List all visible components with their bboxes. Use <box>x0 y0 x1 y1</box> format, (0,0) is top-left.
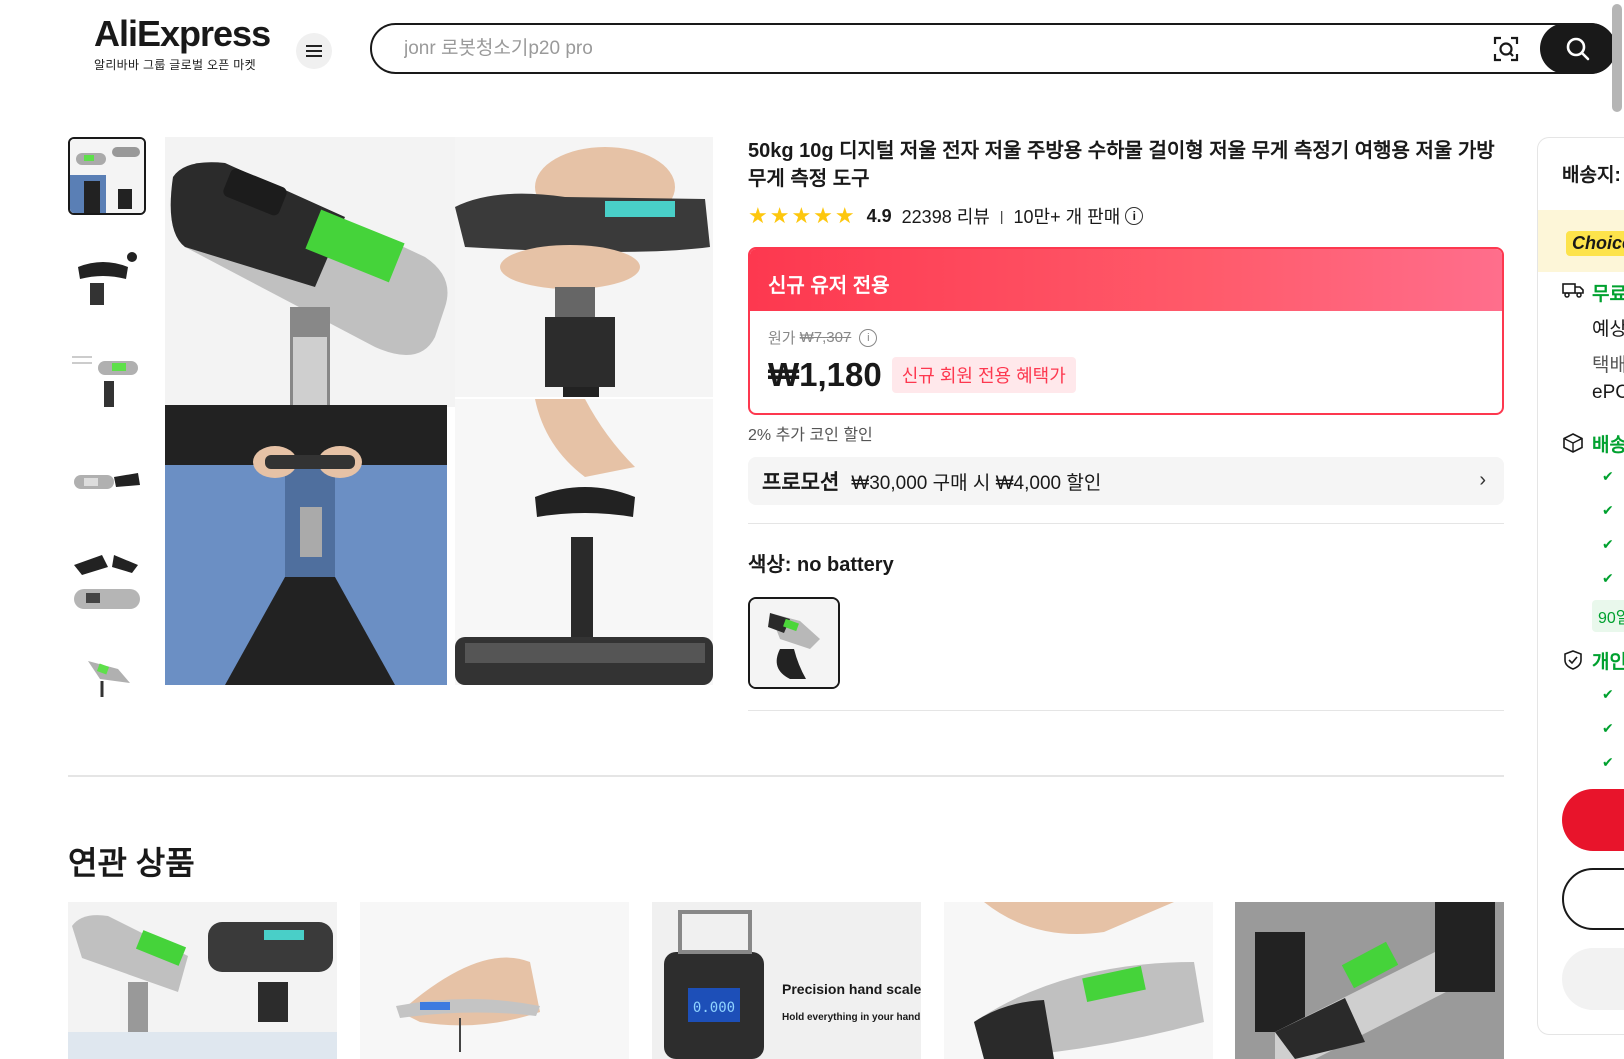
scale-display-text: 0.000 <box>693 1000 735 1016</box>
package-icon <box>1563 433 1583 453</box>
deal-body: 원가 ₩7,307 i ₩1,180 신규 회원 전용 혜택가 <box>750 311 1502 410</box>
swatch-image <box>750 599 838 687</box>
rating-row: ★★★★★ 4.9 22398 리뷰 | 10만+ 개 판매 i <box>748 203 1504 229</box>
price-info-icon[interactable]: i <box>859 328 878 347</box>
aliexpress-logo[interactable]: AliExpress 알리바바 그룹 글로벌 오픈 마켓 <box>94 14 274 73</box>
product-thumbnail-image <box>70 139 144 213</box>
related-product-image <box>944 902 1213 1059</box>
check-icon: ✔ <box>1602 570 1614 586</box>
thumbnail-1[interactable] <box>68 137 146 215</box>
search-input[interactable] <box>404 35 1404 63</box>
original-price: ₩7,307 <box>799 329 852 346</box>
deal-banner: 신규 유저 전용 <box>750 249 1502 311</box>
page-scrollbar[interactable] <box>1612 4 1622 112</box>
related-product-image: 0.000 Precision hand scale Hold everythi… <box>652 902 921 1059</box>
ninety-day-badge: 90일 <box>1592 600 1624 632</box>
info-icon[interactable]: i <box>1125 207 1144 225</box>
check-icon: ✔ <box>1602 754 1614 770</box>
card-headline: Precision hand scale <box>782 981 921 997</box>
sold-count: 10만+ 개 판매 <box>1013 207 1121 227</box>
thumbnail-5[interactable] <box>68 545 146 623</box>
new-user-deal-box: 신규 유저 전용 원가 ₩7,307 i ₩1,180 신규 회원 전용 혜택가 <box>748 247 1504 415</box>
estimate-label: 예상 <box>1592 319 1624 340</box>
wishlist-button[interactable] <box>1562 948 1624 1010</box>
main-product-image[interactable] <box>165 137 713 685</box>
check-icon: ✔ <box>1602 468 1614 484</box>
product-thumbnail-image <box>68 545 146 623</box>
thumbnail-list <box>68 137 148 721</box>
card-subline: Hold everything in your hand <box>782 1012 920 1023</box>
logo-tagline: 알리바바 그룹 글로벌 오픈 마켓 <box>94 58 256 72</box>
ship-to-label[interactable]: 배송지: <box>1562 160 1621 187</box>
original-price-row: 원가 ₩7,307 i <box>768 327 1484 348</box>
product-thumbnail-image <box>68 341 146 419</box>
promotion-row[interactable]: 프로모션 ₩30,000 구매 시 ₩4,000 할인 › <box>748 457 1504 505</box>
divider <box>68 775 1504 777</box>
divider <box>748 710 1504 711</box>
related-product-card[interactable] <box>68 902 337 1059</box>
logo-text: AliExpress <box>94 13 271 54</box>
truck-icon <box>1562 283 1584 298</box>
divider <box>748 523 1504 524</box>
choice-badge: Choice <box>1566 231 1624 256</box>
product-thumbnail-image <box>68 239 146 317</box>
search-bar <box>370 23 1616 74</box>
search-button[interactable] <box>1540 23 1616 74</box>
check-icon: ✔ <box>1602 502 1614 518</box>
promotion-label: 프로모션 <box>762 471 840 494</box>
header: AliExpress 알리바바 그룹 글로벌 오픈 마켓 <box>0 0 1624 112</box>
check-icon: ✔ <box>1602 686 1614 702</box>
thumbnail-6[interactable] <box>68 647 146 697</box>
shield-check-icon <box>1564 650 1582 670</box>
purchase-side-panel: 배송지: Choice 무료 예상 택배 ePC 배송 ✔ ✔ ✔ ✔ 90일 … <box>1537 137 1624 1035</box>
sale-price: ₩1,180 <box>768 356 882 393</box>
product-thumbnail-image <box>68 443 146 521</box>
related-product-image <box>360 902 629 1059</box>
related-product-card[interactable] <box>360 902 629 1059</box>
related-products-title: 연관 상품 <box>68 845 195 881</box>
search-icon <box>1566 37 1590 60</box>
courier-label: 택배 <box>1592 355 1624 376</box>
delivery-label: 배송 <box>1592 435 1624 456</box>
hamburger-icon <box>306 45 322 57</box>
image-search-icon[interactable] <box>1492 35 1520 63</box>
add-to-cart-button[interactable] <box>1562 868 1624 930</box>
related-product-image <box>1235 902 1504 1059</box>
product-info: 50kg 10g 디지털 저울 전자 저울 주방용 수하물 걸이형 저울 무게 … <box>748 137 1504 689</box>
separator: | <box>999 208 1004 224</box>
original-price-label: 원가 <box>768 330 796 347</box>
buy-now-button[interactable] <box>1562 789 1624 851</box>
rating-value: 4.9 <box>866 205 892 226</box>
price-tag-badge: 신규 회원 전용 혜택가 <box>891 357 1076 393</box>
price-row: ₩1,180 신규 회원 전용 혜택가 <box>768 356 1484 394</box>
carrier-label: ePC <box>1592 382 1624 403</box>
product-thumbnail-image <box>68 647 146 697</box>
product-title: 50kg 10g 디지털 저울 전자 저울 주방용 수하물 걸이형 저울 무게 … <box>748 140 1495 190</box>
related-product-image <box>68 902 337 1059</box>
thumbnail-3[interactable] <box>68 341 146 419</box>
related-product-card[interactable] <box>1235 902 1504 1059</box>
check-icon: ✔ <box>1602 720 1614 736</box>
star-rating-icon: ★★★★★ <box>748 203 857 228</box>
related-product-card[interactable]: 0.000 Precision hand scale Hold everythi… <box>652 902 921 1059</box>
thumbnail-2[interactable] <box>68 239 146 317</box>
menu-button[interactable] <box>296 33 332 69</box>
related-product-card[interactable] <box>944 902 1213 1059</box>
check-icon: ✔ <box>1602 536 1614 552</box>
product-photo <box>165 137 713 685</box>
promotion-text: ₩30,000 구매 시 ₩4,000 할인 <box>851 472 1102 494</box>
free-shipping-label: 무료 <box>1592 284 1624 305</box>
review-count[interactable]: 22398 리뷰 <box>902 203 990 229</box>
thumbnail-4[interactable] <box>68 443 146 521</box>
color-swatch-no-battery[interactable] <box>748 597 840 689</box>
privacy-label: 개인 <box>1592 652 1624 673</box>
color-label: 색상: no battery <box>748 554 894 576</box>
chevron-right-icon: › <box>1479 469 1486 491</box>
coin-discount: 2% 추가 코인 할인 <box>748 427 873 444</box>
